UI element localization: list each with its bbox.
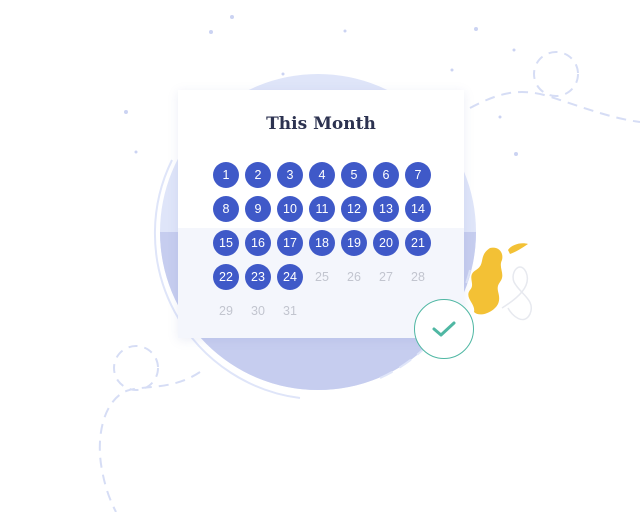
calendar-day: 30: [242, 294, 274, 328]
calendar-day-label: 13: [373, 196, 399, 222]
calendar-day-label: 11: [309, 196, 335, 222]
calendar-day-label: 22: [213, 264, 239, 290]
calendar-day-label: 26: [347, 270, 361, 284]
sparkle-dot: [498, 115, 502, 119]
check-icon: [432, 321, 456, 337]
calendar-day: 6: [370, 158, 402, 192]
calendar-day-label: 14: [405, 196, 431, 222]
calendar-day: 14: [402, 192, 434, 226]
calendar-day-label: 4: [309, 162, 335, 188]
calendar-day-label: 29: [219, 304, 233, 318]
calendar-day-label: 18: [309, 230, 335, 256]
calendar-card: This Month 1 2 3 4 5 6 7 8 9 10 11 12 13 14 15 16 17 18 19…: [178, 90, 464, 338]
calendar-day-label: 6: [373, 162, 399, 188]
calendar-day-label: 21: [405, 230, 431, 256]
dashed-trail-bottom-left: [98, 371, 201, 512]
calendar-day-label: 10: [277, 196, 303, 222]
calendar-day: 1: [210, 158, 242, 192]
sparkle-dot: [209, 30, 213, 34]
calendar-day: 16: [242, 226, 274, 260]
sparkle-dot: [230, 15, 234, 19]
dashed-ring-top-right: [533, 51, 579, 97]
calendar-day: 9: [242, 192, 274, 226]
sparkle-dot: [124, 110, 128, 114]
calendar-day-label: 1: [213, 162, 239, 188]
sparkle-dot: [450, 68, 454, 72]
calendar-day-label: 19: [341, 230, 367, 256]
calendar-day-label: 30: [251, 304, 265, 318]
calendar-day: 5: [338, 158, 370, 192]
calendar-day-label: 2: [245, 162, 271, 188]
calendar-day: 10: [274, 192, 306, 226]
calendar-day: 28: [402, 260, 434, 294]
calendar-day: 7: [402, 158, 434, 192]
sparkle-dot: [514, 152, 518, 156]
calendar-day: 17: [274, 226, 306, 260]
calendar-day: 2: [242, 158, 274, 192]
calendar-day: 23: [242, 260, 274, 294]
calendar-day-label: 3: [277, 162, 303, 188]
calendar-day-label: 16: [245, 230, 271, 256]
calendar-day: 21: [402, 226, 434, 260]
calendar-day: 13: [370, 192, 402, 226]
calendar-day-label: 12: [341, 196, 367, 222]
calendar-day: 19: [338, 226, 370, 260]
calendar-day: 8: [210, 192, 242, 226]
calendar-day-label: 9: [245, 196, 271, 222]
calendar-day: 26: [338, 260, 370, 294]
dashed-ring-bottom-left: [113, 345, 159, 391]
calendar-day-label: 5: [341, 162, 367, 188]
sparkle-dot: [343, 29, 347, 33]
calendar-day: 24: [274, 260, 306, 294]
calendar-day-label: 25: [315, 270, 329, 284]
sparkle-dot: [281, 72, 285, 76]
calendar-day: 11: [306, 192, 338, 226]
calendar-day: 12: [338, 192, 370, 226]
calendar-day: 27: [370, 260, 402, 294]
calendar-day-label: 20: [373, 230, 399, 256]
calendar-day-label: 8: [213, 196, 239, 222]
calendar-day-label: 7: [405, 162, 431, 188]
calendar-day-label: 28: [411, 270, 425, 284]
calendar-day: 3: [274, 158, 306, 192]
illustration: This Month 1 2 3 4 5 6 7 8 9 10 11 12 13 14 15 16 17 18 19…: [0, 0, 640, 512]
calendar-day-label: 27: [379, 270, 393, 284]
completed-check-badge: [414, 299, 474, 359]
calendar-day: 15: [210, 226, 242, 260]
calendar-day-label: 15: [213, 230, 239, 256]
sparkle-dot: [134, 150, 138, 154]
calendar-day: 31: [274, 294, 306, 328]
calendar-day: 18: [306, 226, 338, 260]
calendar-day-label: 31: [283, 304, 297, 318]
calendar-day: 4: [306, 158, 338, 192]
calendar-title: This Month: [266, 114, 376, 134]
calendar-day: 22: [210, 260, 242, 294]
calendar-day-label: 24: [277, 264, 303, 290]
calendar-day-label: 23: [245, 264, 271, 290]
calendar-day: 20: [370, 226, 402, 260]
calendar-day: 25: [306, 260, 338, 294]
calendar-day-label: 17: [277, 230, 303, 256]
calendar-day: 29: [210, 294, 242, 328]
sparkle-dot: [512, 48, 516, 52]
calendar-grid: 1 2 3 4 5 6 7 8 9 10 11 12 13 14 15 16 17 18 19 20 21 22 23 24 2…: [210, 158, 434, 328]
sparkle-dot: [474, 27, 478, 31]
